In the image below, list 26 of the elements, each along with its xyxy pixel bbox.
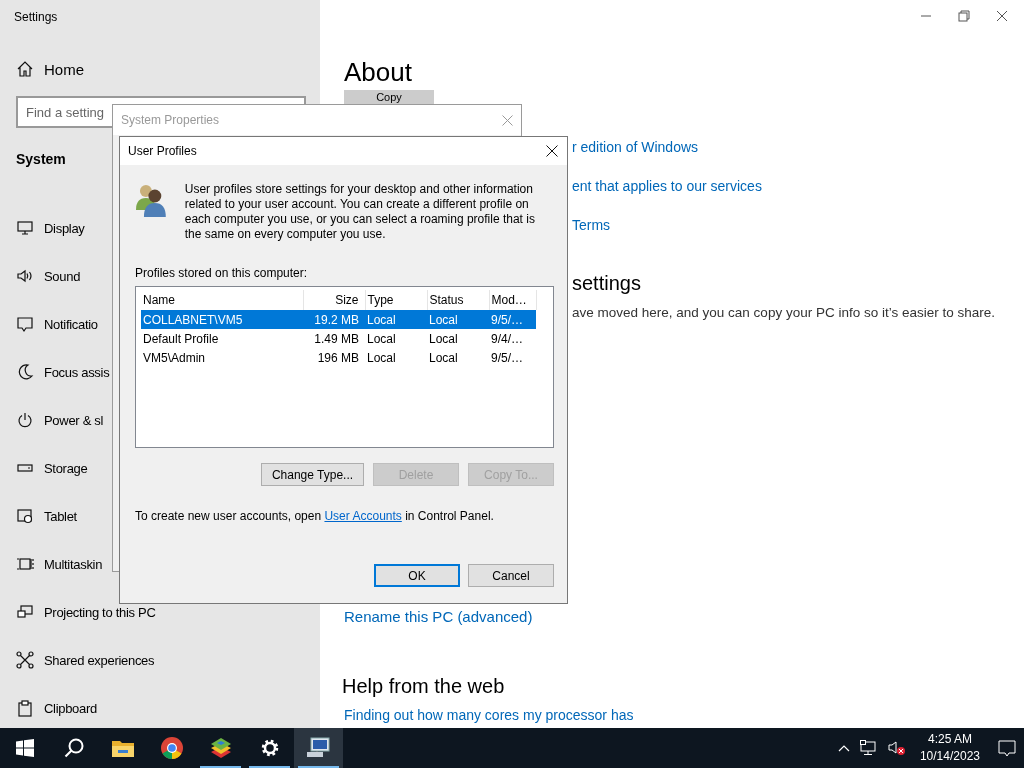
table-cell: Default Profile: [141, 329, 303, 348]
table-cell-text: VM5\Admin: [142, 349, 207, 367]
table-cell: 1.49 MB: [303, 329, 365, 348]
dialog-title: System Properties: [121, 113, 220, 127]
page-title: About: [344, 56, 412, 88]
description-text: User profiles store settings for your desktop and other information related to your user account. You can create a different profile on each computer you use, or you can select a roaming profile that is the same on every computer you use.: [184, 182, 536, 242]
table-cell-text: 9/5/…: [490, 349, 524, 367]
table-cell: Local: [427, 329, 489, 348]
table-cell: Local: [365, 310, 427, 329]
footer-text: To create new user accounts, open User Accounts in Control Panel.: [135, 509, 495, 524]
table-cell-text: 196 MB: [316, 349, 360, 367]
table-cell: Local: [427, 310, 489, 329]
table-cell: 9/5/…: [489, 310, 536, 329]
table-cell-text: Local: [428, 349, 459, 367]
section-heading: System: [16, 150, 66, 168]
table-cell: Local: [365, 329, 427, 348]
table-cell-text: Local: [366, 349, 397, 367]
section-heading: settings: [572, 271, 641, 296]
table-cell: 19.2 MB: [303, 310, 365, 329]
table-cell: 9/4/…: [489, 329, 536, 348]
section-heading: Help from the web: [342, 674, 505, 699]
window-title: Settings: [14, 9, 58, 25]
table-cell: COLLABNET\VM5: [141, 310, 303, 329]
description-text: ave moved here, and you can copy your PC info so it’s easier to share.: [572, 304, 995, 322]
list-label: Profiles stored on this computer:: [135, 266, 308, 280]
dialog-title: User Profiles: [128, 144, 197, 158]
